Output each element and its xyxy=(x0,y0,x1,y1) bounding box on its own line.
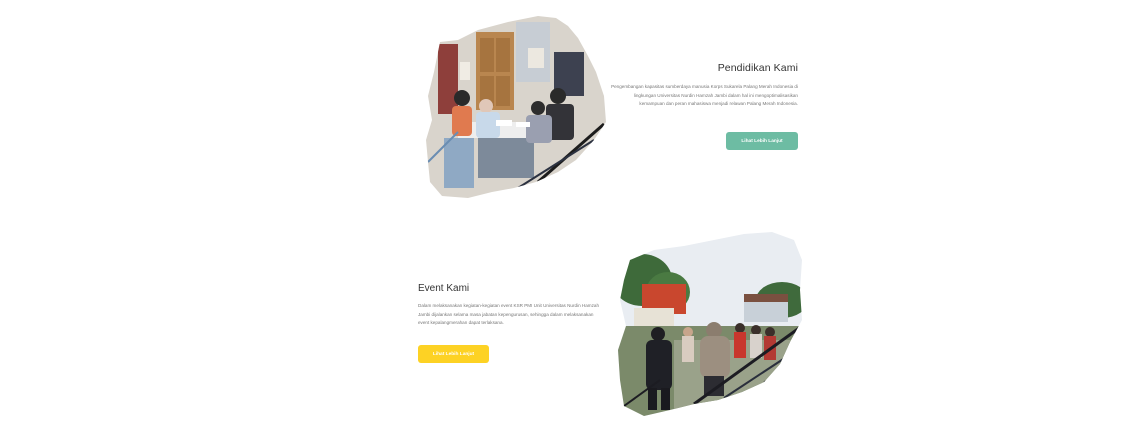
event-image xyxy=(618,232,802,416)
event-description: Dalam melaksanakan kegiatan-kegiatan eve… xyxy=(418,303,600,326)
education-title: Pendidikan Kami xyxy=(717,62,798,74)
education-section: Pendidikan Kami Pengembangan kapasitas s… xyxy=(608,62,798,109)
education-description: Pengembangan kapasitas sumberdaya manusi… xyxy=(611,84,798,107)
education-image xyxy=(426,16,606,198)
event-more-button[interactable]: Lihat Lebih Lanjut xyxy=(418,345,489,363)
page: Pendidikan Kami Pengembangan kapasitas s… xyxy=(0,0,1138,447)
education-more-button[interactable]: Lihat Lebih Lanjut xyxy=(726,132,798,150)
event-title: Event Kami xyxy=(418,283,470,294)
event-section: Event Kami Dalam melaksanakan kegiatan-k… xyxy=(418,283,600,328)
